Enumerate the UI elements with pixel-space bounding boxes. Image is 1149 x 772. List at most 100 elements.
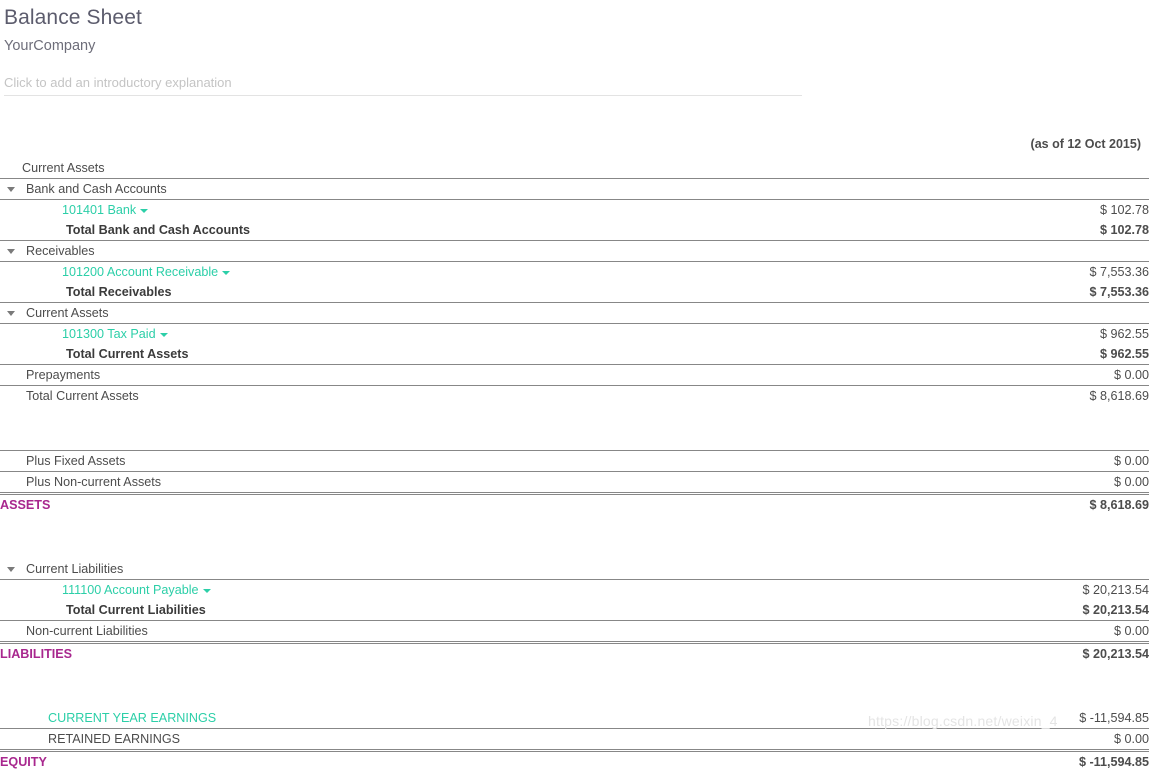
row-caret-spacer xyxy=(0,729,22,751)
spacer-row xyxy=(0,406,1149,451)
table-row: Total Current Assets$ 8,618.69 xyxy=(0,386,1149,407)
grand-total-label-cell: EQUITY xyxy=(22,751,959,772)
row-label-current-assets-group: Current Assets xyxy=(22,306,109,320)
chevron-down-icon[interactable] xyxy=(203,589,211,593)
account-link-acct-111100-payable[interactable]: 111100 Account Payable xyxy=(22,583,199,597)
row-caret-spacer xyxy=(0,262,22,283)
row-label-non-current-liabilities: Non-current Liabilities xyxy=(22,624,148,638)
table-body-assets-total: ASSETS$ 8,618.69 xyxy=(0,494,1149,516)
table-body-assets: Current Assets Bank and Cash Accounts 1014… xyxy=(0,158,1149,406)
intro-explanation-input[interactable]: Click to add an introductory explanation xyxy=(4,75,802,96)
row-label-total-receivables: Total Receivables xyxy=(22,285,171,299)
table-body-spacer-1 xyxy=(0,406,1149,451)
row-label-cell: Non-current Liabilities xyxy=(22,621,959,643)
table-body-equity: CURRENT YEAR EARNINGS $ -11,594.85 RETAINE… xyxy=(0,708,1149,751)
balance-sheet-page: Balance Sheet YourCompany Click to add a… xyxy=(0,0,1149,772)
page-title: Balance Sheet xyxy=(0,0,1145,31)
table-body-spacer-2 xyxy=(0,515,1149,559)
row-amount-acct-111100-payable: $ 20,213.54 xyxy=(959,580,1149,601)
caret-down-icon[interactable] xyxy=(7,249,15,254)
caret-down-icon[interactable] xyxy=(7,567,15,572)
table-row: 101200 Account Receivable $ 7,553.36 xyxy=(0,262,1149,283)
table-row: Bank and Cash Accounts xyxy=(0,179,1149,200)
collapse-toggle[interactable] xyxy=(0,179,22,200)
row-label-current-assets-header: Current Assets xyxy=(22,161,105,175)
account-link-acct-101200-receivable[interactable]: 101200 Account Receivable xyxy=(22,265,218,279)
caret-down-icon[interactable] xyxy=(7,311,15,316)
row-amount-total-bank-and-cash: $ 102.78 xyxy=(959,220,1149,241)
row-amount-plus-non-current-assets: $ 0.00 xyxy=(959,472,1149,494)
table-body-spacer-3 xyxy=(0,664,1149,708)
row-caret-spacer xyxy=(0,158,22,179)
row-amount-prepayments: $ 0.00 xyxy=(959,365,1149,386)
collapse-toggle[interactable] xyxy=(0,241,22,262)
row-caret-spacer xyxy=(0,200,22,221)
row-caret-spacer xyxy=(0,220,22,241)
table-body-fixed: Plus Fixed Assets $ 0.00Plus Non-current … xyxy=(0,451,1149,494)
company-name: YourCompany xyxy=(0,31,1145,55)
row-label-cell: Prepayments xyxy=(22,365,959,386)
collapse-toggle[interactable] xyxy=(0,303,22,324)
account-link-current-year-earnings[interactable]: CURRENT YEAR EARNINGS xyxy=(22,711,216,725)
account-link-acct-101401-bank[interactable]: 101401 Bank xyxy=(22,203,136,217)
row-label-cell: Total Current Assets xyxy=(22,344,959,365)
row-amount-plus-fixed-assets: $ 0.00 xyxy=(959,451,1149,472)
row-label-total-current-liabilities: Total Current Liabilities xyxy=(22,603,206,617)
chevron-down-icon[interactable] xyxy=(140,209,148,213)
account-link-acct-101300-tax-paid[interactable]: 101300 Tax Paid xyxy=(22,327,156,341)
row-amount-retained-earnings: $ 0.00 xyxy=(959,729,1149,751)
row-amount-total-receivables: $ 7,553.36 xyxy=(959,282,1149,303)
table-row: Current Assets xyxy=(0,158,1149,179)
chevron-down-icon[interactable] xyxy=(160,333,168,337)
row-label-cell: Current Liabilities xyxy=(22,559,959,580)
table-body-liabilities: Current Liabilities 111100 Account Payabl… xyxy=(0,559,1149,643)
row-amount-current-year-earnings: $ -11,594.85 xyxy=(959,708,1149,729)
row-label-cell: 101300 Tax Paid xyxy=(22,324,959,345)
table-row: Prepayments $ 0.00 xyxy=(0,365,1149,386)
row-label-cell: Bank and Cash Accounts xyxy=(22,179,959,200)
row-label-cell: Plus Fixed Assets xyxy=(22,451,959,472)
row-label-prepayments: Prepayments xyxy=(22,368,100,382)
row-caret-spacer xyxy=(0,600,22,621)
row-caret-spacer xyxy=(0,324,22,345)
grand-total-row: EQUITY$ -11,594.85 xyxy=(0,751,1149,772)
spacer-row xyxy=(0,515,1149,559)
intro-explanation-wrap: Click to add an introductory explanation xyxy=(0,55,1145,96)
grand-total-amount-liabilities-total: $ 20,213.54 xyxy=(959,643,1149,665)
table-row: Receivables xyxy=(0,241,1149,262)
spacer-row xyxy=(0,664,1149,708)
row-label-cell: Total Bank and Cash Accounts xyxy=(22,220,959,241)
row-label-cell: Plus Non-current Assets xyxy=(22,472,959,494)
grand-total-row: LIABILITIES$ 20,213.54 xyxy=(0,643,1149,665)
row-caret-spacer xyxy=(0,580,22,601)
table-row: Current Liabilities xyxy=(0,559,1149,580)
chevron-down-icon[interactable] xyxy=(222,271,230,275)
row-label-cell: 111100 Account Payable xyxy=(22,580,959,601)
grand-total-row: ASSETS$ 8,618.69 xyxy=(0,494,1149,516)
collapse-toggle[interactable] xyxy=(0,559,22,580)
row-label-cell: Total Current Liabilities xyxy=(22,600,959,621)
row-caret-spacer xyxy=(0,282,22,303)
row-label-cell: 101401 Bank xyxy=(22,200,959,221)
row-amount-current-assets-header xyxy=(959,158,1149,179)
row-amount-receivables xyxy=(959,241,1149,262)
row-amount-bank-and-cash-accounts xyxy=(959,179,1149,200)
grand-total-label-cell: LIABILITIES xyxy=(22,643,959,665)
row-amount-acct-101200-receivable: $ 7,553.36 xyxy=(959,262,1149,283)
row-amount-total-current-assets: $ 8,618.69 xyxy=(959,386,1149,407)
row-label-retained-earnings: RETAINED EARNINGS xyxy=(22,732,180,746)
row-caret-spacer xyxy=(0,621,22,643)
row-label-cell: CURRENT YEAR EARNINGS xyxy=(22,708,959,729)
grand-total-label-cell: ASSETS xyxy=(22,494,959,516)
caret-down-icon[interactable] xyxy=(7,187,15,192)
row-label-cell: Current Assets xyxy=(22,158,959,179)
table-row: Total Receivables $ 7,553.36 xyxy=(0,282,1149,303)
row-label-plus-fixed-assets: Plus Fixed Assets xyxy=(22,454,125,468)
row-label-cell: RETAINED EARNINGS xyxy=(22,729,959,751)
row-label-total-current-assets-sub: Total Current Assets xyxy=(22,347,188,361)
row-label-cell: Total Current Assets xyxy=(22,386,959,407)
table-row: Total Current Liabilities$ 20,213.54 xyxy=(0,600,1149,621)
table-row: Total Current Assets$ 962.55 xyxy=(0,344,1149,365)
table-row: CURRENT YEAR EARNINGS $ -11,594.85 xyxy=(0,708,1149,729)
row-caret-spacer xyxy=(0,451,22,472)
